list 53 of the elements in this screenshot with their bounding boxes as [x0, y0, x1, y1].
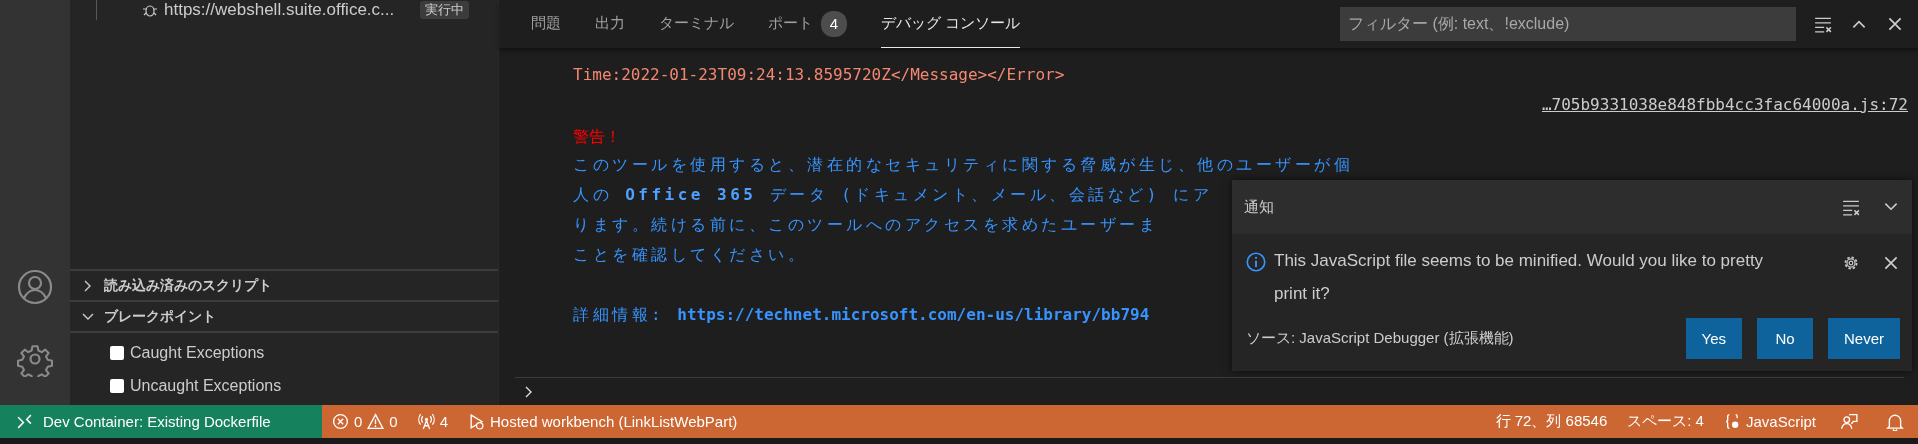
panel-tab[interactable]: ポート 4: [768, 0, 847, 48]
section-header[interactable]: 読み込み済みのスクリプト: [70, 271, 498, 302]
language-mode[interactable]: JavaScript: [1713, 405, 1826, 438]
close-icon[interactable]: [1882, 254, 1900, 272]
close-icon[interactable]: [1886, 15, 1904, 33]
feedback-icon[interactable]: [1840, 412, 1858, 431]
url-link[interactable]: https://technet.microsoft.com/en-us/library/bb794: [677, 305, 1150, 324]
remote-icon: [16, 413, 33, 430]
cursor-position[interactable]: 行 72、列 68546: [1485, 405, 1618, 438]
session-label[interactable]: https://webshell.suite.office.c...: [164, 0, 395, 20]
panel-tab[interactable]: 出力: [595, 0, 625, 48]
notification-source: ソース: JavaScript Debugger (拡張機能): [1246, 329, 1514, 348]
count-badge: 4: [821, 10, 847, 37]
settings-icon[interactable]: [1842, 254, 1860, 272]
bell-icon[interactable]: [1886, 412, 1904, 431]
clear-console-icon[interactable]: [1814, 15, 1832, 33]
warning-text: 人の Office 365 データ (ドキュメント、メール、会話など) にア: [573, 184, 1213, 206]
info-label: 詳細情報:: [573, 305, 666, 324]
braces-icon: [1723, 413, 1741, 430]
account-icon[interactable]: [17, 269, 53, 305]
clear-all-icon[interactable]: [1842, 198, 1860, 216]
indentation-status[interactable]: スペース: 4: [1617, 405, 1714, 438]
remote-indicator[interactable]: Dev Container: Existing Dockerfile: [0, 405, 322, 438]
notification-title: 通知: [1244, 197, 1274, 217]
notification-message: This JavaScript file seems to be minified. Would you like to pretty print it?: [1274, 250, 1765, 305]
error-icon: [332, 413, 349, 430]
bug-icon: [142, 2, 158, 18]
status-badge: 実行中: [420, 1, 470, 19]
info-icon: [1246, 252, 1266, 272]
antenna-icon: [417, 413, 435, 430]
play-bug-icon: [468, 413, 486, 430]
ports-status[interactable]: 4: [407, 405, 459, 438]
checkbox[interactable]: [110, 345, 124, 360]
checkbox[interactable]: [110, 378, 124, 393]
source-link[interactable]: …705b9331038e848fbb4cc3fac64000a.js:72: [1541, 90, 1908, 120]
breakpoint-label: Caught Exceptions: [130, 343, 265, 362]
debug-status[interactable]: Hosted workbench (LinkListWebPart): [458, 405, 748, 438]
problems-status[interactable]: 0 0: [322, 405, 408, 438]
warning-text: ります。続ける前に、このツールへのアクセスを求めたユーザーま: [573, 214, 1158, 236]
warning-title: 警告！: [573, 126, 622, 148]
panel-tab[interactable]: 問題: [531, 0, 561, 48]
filter-field[interactable]: フィルター (例: text、!exclude): [1340, 7, 1796, 41]
error-text: Time:2022-01-23T09:24:13.8595720Z</Message></Error>: [573, 64, 1066, 86]
panel-tab[interactable]: デバッグ コンソール: [881, 0, 1021, 48]
warning-text: ことを確認してください。: [573, 244, 807, 266]
warning-icon: [367, 413, 385, 430]
section-header[interactable]: ブレークポイント: [70, 302, 498, 333]
notification-button[interactable]: No: [1757, 318, 1813, 359]
notification-button[interactable]: Never: [1828, 318, 1900, 359]
warning-text: このツールを使用すると、潜在的なセキュリティに関する脅威が生じ、他のユーザーが個: [573, 154, 1353, 176]
notification-button[interactable]: Yes: [1685, 318, 1742, 359]
breakpoint-label: Uncaught Exceptions: [130, 376, 282, 395]
panel-tab[interactable]: ターミナル: [659, 0, 734, 48]
